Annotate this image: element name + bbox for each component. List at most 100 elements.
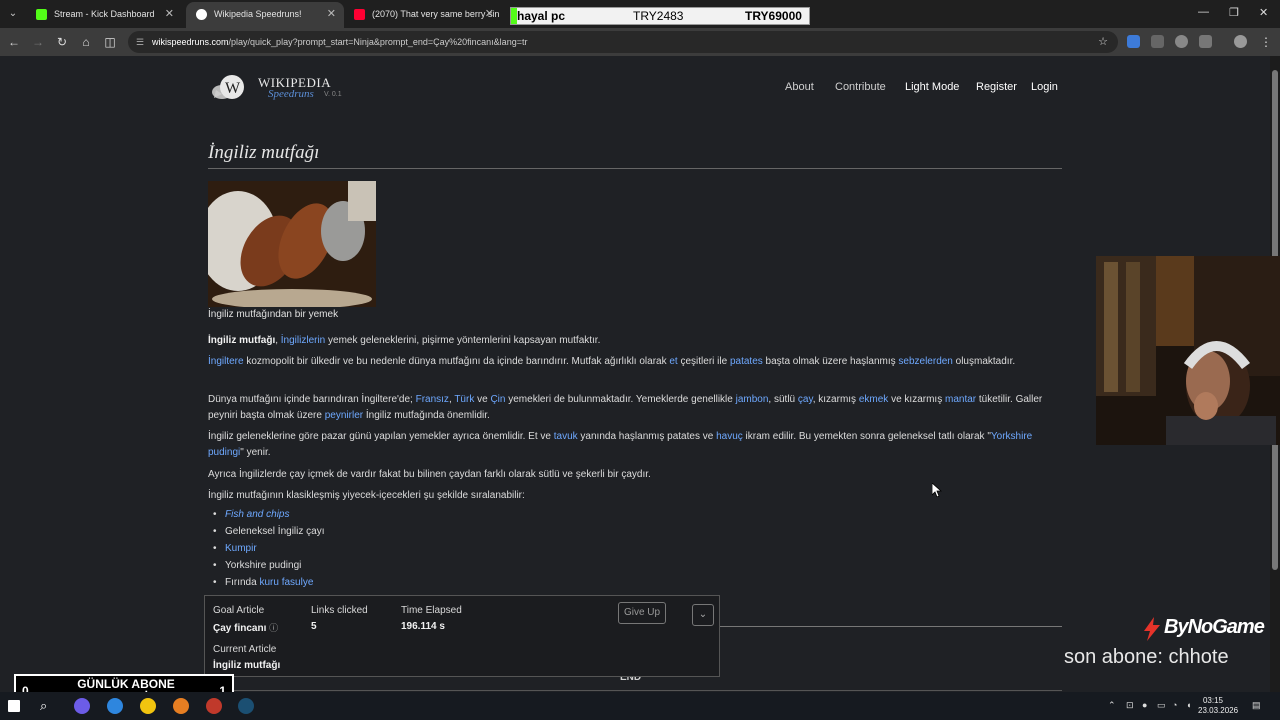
split-view-icon[interactable]: ◫ — [102, 34, 118, 50]
text: oluşmaktadır. — [952, 356, 1016, 367]
wifi-icon[interactable]: ◔ — [1172, 700, 1177, 710]
current-article-value: İngiliz mutfağı — [213, 660, 281, 671]
extension-icon[interactable] — [1127, 35, 1140, 48]
paragraph-2: İngiltere kozmopolit bir ülkedir ve bu n… — [208, 354, 1058, 370]
info-icon[interactable]: ⓘ — [269, 623, 278, 633]
text: kozmopolit bir ülkedir ve bu nedenle dün… — [243, 356, 670, 367]
tab-title: (2070) That very same berry sin — [372, 9, 500, 19]
microphone-icon[interactable]: ● — [1142, 700, 1147, 710]
puzzle-icon[interactable] — [1199, 35, 1212, 48]
nav-about[interactable]: About — [785, 81, 814, 93]
menu-icon[interactable]: ⋮ — [1258, 34, 1274, 50]
address-bar[interactable]: ☰ wikispeedruns.com/play/quick_play?prom… — [128, 31, 1118, 53]
edge-icon[interactable] — [107, 698, 123, 714]
time-elapsed-label: Time Elapsed — [401, 605, 462, 616]
text: Dünya mutfağını içinde barındıran İngilt… — [208, 394, 416, 405]
link-mantar[interactable]: mantar — [945, 394, 976, 405]
clock-date: 23.03.2026 — [1198, 706, 1239, 715]
list-item: Yorkshire pudingi — [213, 560, 325, 577]
goal-article-label: Goal Article — [213, 605, 265, 616]
app-icon[interactable] — [74, 698, 90, 714]
home-icon[interactable]: ⌂ — [78, 34, 94, 50]
close-icon[interactable]: ✕ — [485, 2, 494, 26]
nav-contribute[interactable]: Contribute — [835, 81, 886, 93]
link-havuc[interactable]: havuç — [716, 431, 743, 442]
profile-avatar[interactable] — [1234, 35, 1247, 48]
link-et[interactable]: et — [669, 356, 677, 367]
text: , sütlü — [768, 394, 798, 405]
donation-goal-overlay: hayal pc TRY2483 TRY69000 — [510, 7, 810, 25]
time-elapsed-value: 196.114 s — [401, 621, 445, 632]
link-sebzelerden[interactable]: sebzelerden — [898, 356, 952, 367]
link-kuru-fasulye[interactable]: kuru fasulye — [259, 577, 313, 588]
link-turk[interactable]: Türk — [454, 394, 474, 405]
site-logo[interactable]: W WIKIPEDIA Speedruns V. 0.1 — [212, 70, 352, 104]
url-path: /play/quick_play?prompt_start=Ninja&prom… — [228, 37, 528, 47]
link-ingilizlerin[interactable]: İngilizlerin — [281, 335, 325, 346]
system-clock[interactable]: 03:15 23.03.2026 — [1198, 696, 1239, 716]
link-cay[interactable]: çay — [798, 394, 813, 405]
text: " yenir. — [240, 447, 271, 458]
reload-icon[interactable]: ↻ — [54, 34, 70, 50]
link-patates[interactable]: patates — [730, 356, 763, 367]
chrome-icon[interactable] — [140, 698, 156, 714]
tab-bar: ⌄ Stream - Kick Dashboard ✕ Wikipedia Sp… — [0, 0, 1280, 28]
logo-version: V. 0.1 — [324, 91, 342, 98]
link-fish-and-chips[interactable]: Fish and chips — [225, 509, 289, 520]
nav-login[interactable]: Login — [1031, 81, 1058, 93]
extension-icon[interactable] — [1151, 35, 1164, 48]
clock-time: 03:15 — [1202, 696, 1224, 705]
goal-target: TRY69000 — [745, 9, 802, 23]
current-article-label: Current Article — [213, 644, 277, 655]
nav-light-mode[interactable]: Light Mode — [905, 81, 959, 93]
browser-toolbar: ← → ↻ ⌂ ◫ ☰ wikispeedruns.com/play/quick… — [0, 28, 1280, 56]
site-info-icon[interactable]: ☰ — [136, 31, 144, 53]
nav-register[interactable]: Register — [976, 81, 1017, 93]
firefox-icon[interactable] — [173, 698, 189, 714]
link-peynirler[interactable]: peynirler — [325, 410, 363, 421]
network-icon[interactable]: ▭ — [1157, 700, 1166, 711]
text: ve kızarmış — [888, 394, 945, 405]
tab-youtube[interactable]: (2070) That very same berry sin ✕ — [344, 2, 502, 28]
paragraph-4: İngiliz geleneklerine göre pazar günü ya… — [208, 429, 1058, 461]
wikipedia-speedruns-logo-icon: W — [212, 75, 244, 99]
tray-icon[interactable]: ⊡ — [1126, 700, 1134, 711]
search-icon[interactable]: ⌕ — [40, 698, 56, 714]
close-window-icon[interactable]: ✕ — [1259, 6, 1268, 19]
notification-icon[interactable]: ▤ — [1252, 700, 1261, 711]
text: , kızarmış — [812, 394, 859, 405]
shield-icon[interactable] — [1175, 35, 1188, 48]
goal-current: TRY2483 — [633, 9, 684, 23]
back-icon[interactable]: ← — [6, 34, 22, 50]
volume-icon[interactable]: ◖ — [1186, 700, 1191, 710]
tab-search-button[interactable]: ⌄ — [4, 5, 22, 23]
bookmark-star-icon[interactable]: ☆ — [1098, 31, 1108, 53]
tab-wikipedia-speedruns[interactable]: Wikipedia Speedruns! ✕ — [186, 2, 344, 28]
link-fransiz[interactable]: Fransız — [416, 394, 449, 405]
link-kumpir[interactable]: Kumpir — [225, 543, 257, 554]
close-icon[interactable]: ✕ — [327, 2, 336, 26]
list-item: Geleneksel İngiliz çayı — [213, 526, 324, 543]
article-image[interactable] — [208, 181, 376, 307]
text: yemekleri de bulunmaktadır. Yemeklerde g… — [505, 394, 736, 405]
windows-start-icon[interactable] — [8, 700, 20, 712]
steam-icon[interactable] — [238, 698, 254, 714]
link-jambon[interactable]: jambon — [736, 394, 769, 405]
forward-icon[interactable]: → — [30, 34, 46, 50]
chevron-down-icon[interactable]: ⌄ — [692, 604, 714, 626]
tab-kick-dashboard[interactable]: Stream - Kick Dashboard ✕ — [26, 2, 182, 28]
give-up-button[interactable]: Give Up — [618, 602, 666, 624]
link-ingiltere[interactable]: İngiltere — [208, 356, 244, 367]
link-cin[interactable]: Çin — [490, 394, 505, 405]
link-tavuk[interactable]: tavuk — [554, 431, 578, 442]
links-clicked-value: 5 — [311, 621, 317, 632]
minimize-icon[interactable]: — — [1198, 6, 1209, 18]
close-icon[interactable]: ✕ — [165, 2, 174, 26]
restore-icon[interactable]: ❐ — [1229, 6, 1239, 19]
svg-text:W: W — [225, 80, 241, 97]
link-ekmek[interactable]: ekmek — [859, 394, 888, 405]
url-host: wikispeedruns.com — [152, 37, 229, 47]
chevron-up-icon[interactable]: ⌃ — [1108, 700, 1116, 711]
app-icon[interactable] — [206, 698, 222, 714]
text: yanında haşlanmış patates ve — [577, 431, 717, 442]
